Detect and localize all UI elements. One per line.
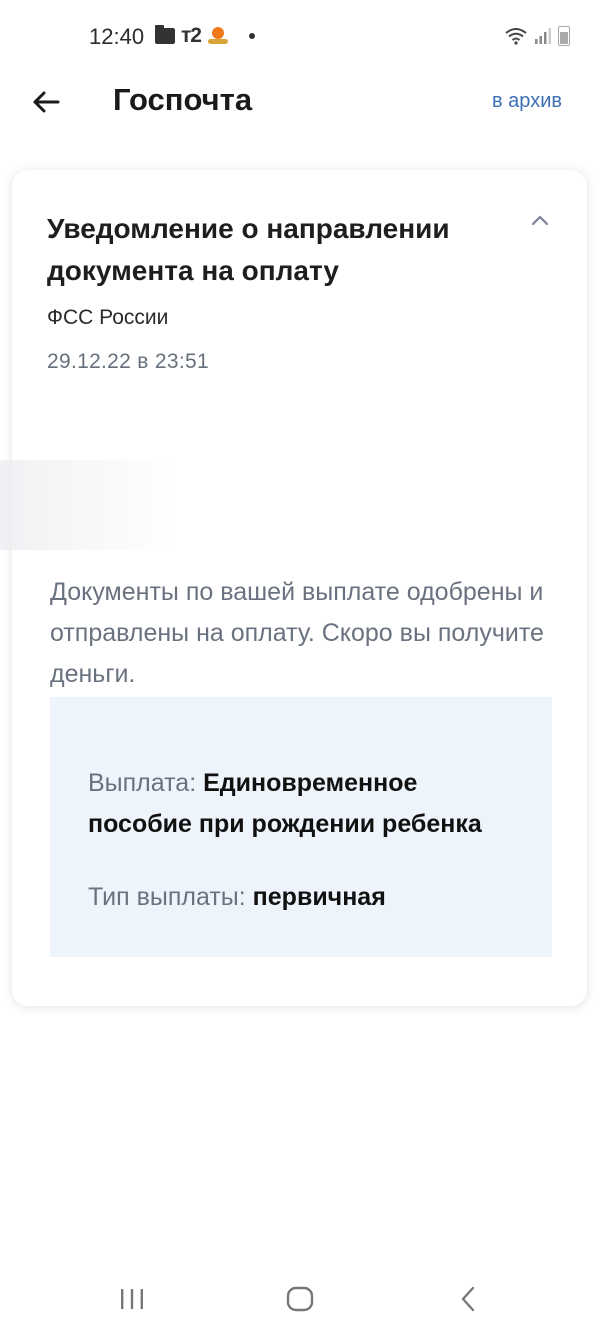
faded-overlay: [0, 460, 587, 550]
status-icons-left: т2: [155, 22, 255, 50]
payment-row: Выплата: Единовременное пособие при рожд…: [88, 763, 528, 845]
folder-icon: [155, 25, 175, 44]
back-button[interactable]: [26, 82, 66, 122]
payment-type-value: первичная: [252, 883, 386, 911]
recent-apps-button[interactable]: [112, 1282, 152, 1316]
arrow-left-icon: [33, 91, 60, 113]
notification-sender: ФСС России: [47, 306, 169, 329]
notification-message: Документы по вашей выплате одобрены и от…: [50, 578, 544, 688]
archive-button[interactable]: в архив: [492, 90, 562, 113]
system-nav-bar: [0, 1262, 600, 1332]
app-header: Госпочта в архив: [0, 72, 600, 136]
collapse-button[interactable]: [529, 210, 551, 232]
signal-icon: [535, 28, 551, 44]
chevron-up-icon: [531, 215, 549, 226]
payment-label: Выплата:: [88, 769, 197, 797]
notification-title: Уведомление о направлении документа на о…: [47, 213, 450, 286]
nav-back-button[interactable]: [448, 1282, 488, 1316]
recent-apps-icon: [121, 1289, 143, 1309]
home-button[interactable]: [280, 1282, 320, 1316]
status-bar: 12:40 т2: [0, 0, 600, 72]
payment-type-label: Тип выплаты:: [88, 883, 246, 911]
dot-icon: [248, 33, 255, 39]
page-title: Госпочта: [113, 82, 253, 117]
home-icon: [286, 1286, 314, 1312]
status-icons-right: [504, 24, 570, 48]
payment-info-box: Выплата: Единовременное пособие при рожд…: [50, 697, 552, 957]
sun-icon: [207, 26, 229, 46]
wifi-icon: [505, 28, 527, 45]
battery-icon: [558, 26, 570, 46]
status-time: 12:40: [89, 24, 145, 49]
notification-card: Уведомление о направлении документа на о…: [0, 170, 587, 1006]
carrier-label: т2: [181, 24, 202, 47]
payment-type-row: Тип выплаты: первичная: [88, 877, 528, 918]
back-icon: [461, 1286, 475, 1312]
notification-date: 29.12.22 в 23:51: [47, 350, 209, 373]
